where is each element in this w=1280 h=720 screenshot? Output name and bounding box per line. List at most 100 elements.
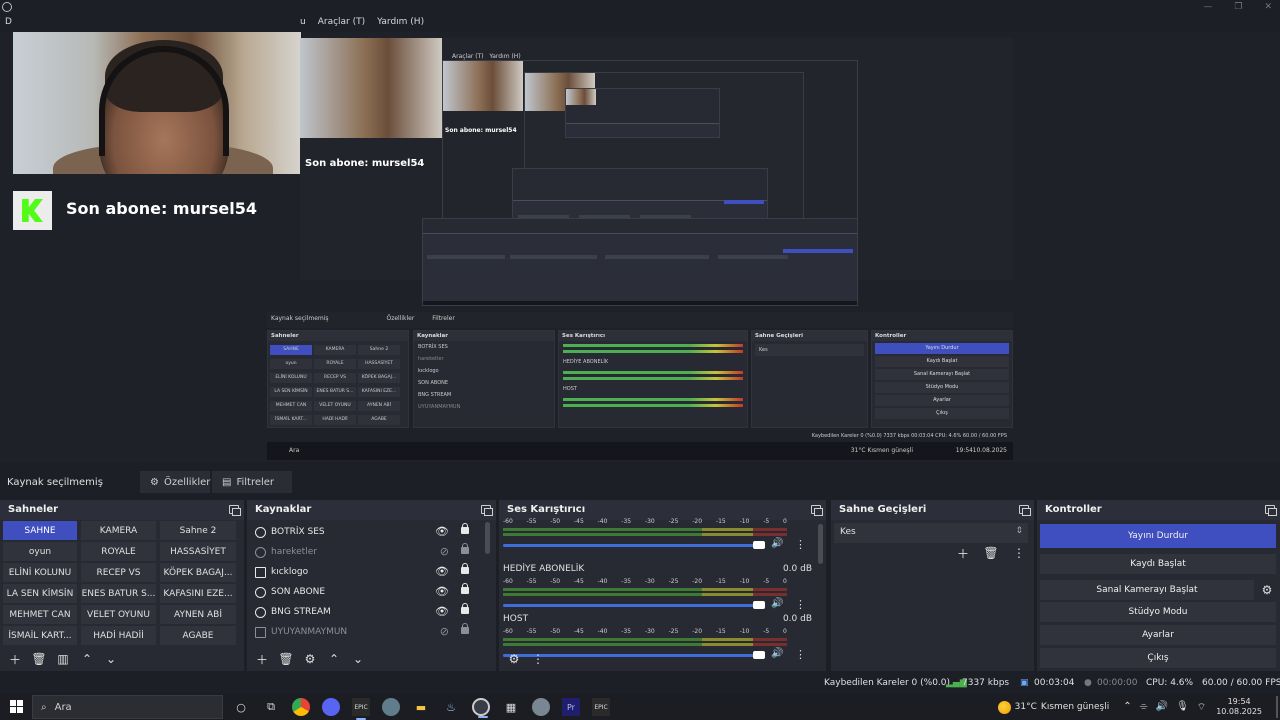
network-icon[interactable]: ⌯ <box>1140 701 1148 714</box>
lock-icon[interactable] <box>461 523 469 534</box>
start-recording-button[interactable]: Kaydı Başlat <box>1040 554 1276 574</box>
delete-source-icon[interactable]: 🗑 <box>277 650 295 668</box>
scene-item[interactable]: RECEP VS <box>81 563 156 582</box>
eye-icon[interactable]: 👁 <box>435 525 449 538</box>
channel-menu-icon[interactable]: ⋮ <box>795 538 806 551</box>
minimize-icon[interactable]: — <box>1203 2 1212 12</box>
add-scene-icon[interactable]: ＋ <box>6 650 24 668</box>
virtual-camera-settings-icon[interactable]: ⚙ <box>1257 580 1277 600</box>
eye-icon[interactable]: 👁 <box>435 605 449 618</box>
source-item[interactable]: BOTRİX SES 👁 <box>251 522 477 542</box>
scene-item[interactable]: VELET OYUNU <box>81 605 156 624</box>
scene-item[interactable]: Sahne 2 <box>160 521 236 540</box>
volume-icon[interactable]: 🔊 <box>1156 701 1168 714</box>
scene-item[interactable]: KAFASINI EZE... <box>160 584 236 603</box>
menu-item-fragment[interactable]: u <box>300 17 306 27</box>
mixer-menu-icon[interactable]: ⋮ <box>529 650 547 668</box>
program-preview[interactable]: Son abone: mursel54 Son abone: mursel54 … <box>0 32 1280 462</box>
discord-icon[interactable] <box>322 698 340 716</box>
scene-item[interactable]: AYNEN ABİ <box>160 605 236 624</box>
scene-item[interactable]: LA SEN KİMSİN <box>3 584 77 603</box>
lock-icon[interactable] <box>461 583 469 594</box>
menu-item-help[interactable]: Yardım (H) <box>377 17 424 27</box>
scene-item[interactable]: HASSASİYET <box>160 542 236 561</box>
undock-icon[interactable] <box>1265 505 1277 516</box>
source-settings-icon[interactable]: ⚙ <box>301 650 319 668</box>
scene-item[interactable]: KAMERA <box>81 521 156 540</box>
lock-icon[interactable] <box>461 623 469 634</box>
source-item[interactable]: BNG STREAM 👁 <box>251 602 477 622</box>
start-virtual-camera-button[interactable]: Sanal Kamerayı Başlat <box>1040 580 1254 600</box>
speaker-icon[interactable]: 🔊 <box>771 598 783 609</box>
volume-slider[interactable] <box>503 544 765 547</box>
close-icon[interactable]: ✕ <box>1264 2 1272 12</box>
epic-games-icon-2[interactable]: EPIC <box>592 698 610 716</box>
scene-item[interactable]: ELİNİ KOLUNU <box>3 563 77 582</box>
scene-item[interactable]: ENES BATUR S... <box>81 584 156 603</box>
undock-icon[interactable] <box>811 505 823 516</box>
steam-icon[interactable]: ♨ <box>442 698 460 716</box>
properties-button[interactable]: ⚙ Özellikler <box>140 471 210 493</box>
speaker-icon[interactable]: 🔊 <box>771 538 783 549</box>
epic-games-icon[interactable]: EPIC <box>352 698 370 720</box>
exit-button[interactable]: Çıkış <box>1040 648 1276 668</box>
volume-slider[interactable] <box>503 604 765 607</box>
add-transition-icon[interactable]: ＋ <box>954 544 972 562</box>
source-item[interactable]: UYUYANMAYMUN ⊘ <box>251 622 477 642</box>
settings-button[interactable]: Ayarlar <box>1040 625 1276 645</box>
lock-icon[interactable] <box>461 543 469 554</box>
scene-item[interactable]: AGABE <box>160 626 236 645</box>
delete-transition-icon[interactable]: 🗑 <box>982 544 1000 562</box>
transition-menu-icon[interactable]: ⋮ <box>1010 544 1028 562</box>
scene-item[interactable]: MEHMET CAN <box>3 605 77 624</box>
cortana-icon[interactable]: ○ <box>232 698 250 716</box>
app-grid-icon[interactable]: ▦ <box>502 698 520 716</box>
clock[interactable]: 19:54 10.08.2025 <box>1216 697 1262 717</box>
chrome-icon[interactable] <box>292 698 310 716</box>
menu-item-partial[interactable]: D <box>5 17 12 27</box>
scene-item[interactable]: HADİ HADİİ <box>81 626 156 645</box>
eye-icon[interactable]: 👁 <box>435 565 449 578</box>
scene-item[interactable]: İSMAİL KART... <box>3 626 77 645</box>
studio-mode-button[interactable]: Stüdyo Modu <box>1040 602 1276 622</box>
scene-filters-icon[interactable]: ▥ <box>54 650 72 668</box>
advanced-audio-icon[interactable]: ⚙ <box>505 650 523 668</box>
source-item[interactable]: SON ABONE 👁 <box>251 582 477 602</box>
chevron-up-icon[interactable]: ⌃ <box>1123 701 1131 714</box>
move-down-icon[interactable]: ⌄ <box>102 650 120 668</box>
eye-hidden-icon[interactable]: ⊘ <box>440 545 449 558</box>
volume-knob[interactable] <box>753 541 765 549</box>
volume-knob[interactable] <box>753 601 765 609</box>
lock-icon[interactable] <box>461 563 469 574</box>
channel-menu-icon[interactable]: ⋮ <box>795 598 806 611</box>
source-item[interactable]: hareketler ⊘ <box>251 542 477 562</box>
obs-icon[interactable] <box>472 698 490 718</box>
scene-item[interactable]: oyun <box>3 542 77 561</box>
scene-item[interactable]: KÖPEK BAGAJ... <box>160 563 236 582</box>
menu-item-tools[interactable]: Araçlar (T) <box>318 17 365 27</box>
wifi-icon[interactable]: ⌔ <box>1197 701 1206 714</box>
microphone-icon[interactable]: 🎙 <box>1176 701 1189 714</box>
move-up-icon[interactable]: ⌃ <box>78 650 96 668</box>
transition-select[interactable]: Kes <box>834 523 1028 543</box>
weather-widget[interactable]: 31°C Kısmen güneşli <box>997 700 1109 714</box>
stop-stream-button[interactable]: Yayını Durdur <box>1040 524 1276 548</box>
scene-item[interactable]: SAHNE <box>3 521 77 540</box>
source-item[interactable]: kıcklogo 👁 <box>251 562 477 582</box>
mixer-scrollbar[interactable] <box>818 524 823 564</box>
undock-icon[interactable] <box>229 505 241 516</box>
filters-button[interactable]: ▤ Filtreler <box>212 471 292 493</box>
eye-hidden-icon[interactable]: ⊘ <box>440 625 449 638</box>
taskbar-search[interactable]: ⌕ Ara <box>32 695 223 719</box>
task-view-icon[interactable]: ⧉ <box>262 698 280 716</box>
eye-icon[interactable]: 👁 <box>435 585 449 598</box>
app-icon-cloud[interactable] <box>532 698 550 716</box>
undock-icon[interactable] <box>1019 505 1031 516</box>
premiere-icon[interactable]: Pr <box>562 698 580 716</box>
delete-scene-icon[interactable]: 🗑 <box>30 650 48 668</box>
maximize-icon[interactable]: ❐ <box>1234 2 1242 12</box>
show-desktop-button[interactable] <box>1276 696 1278 718</box>
file-explorer-icon[interactable]: ▬ <box>412 698 430 716</box>
move-down-icon[interactable]: ⌄ <box>349 650 367 668</box>
windows-start-icon[interactable] <box>10 700 23 713</box>
